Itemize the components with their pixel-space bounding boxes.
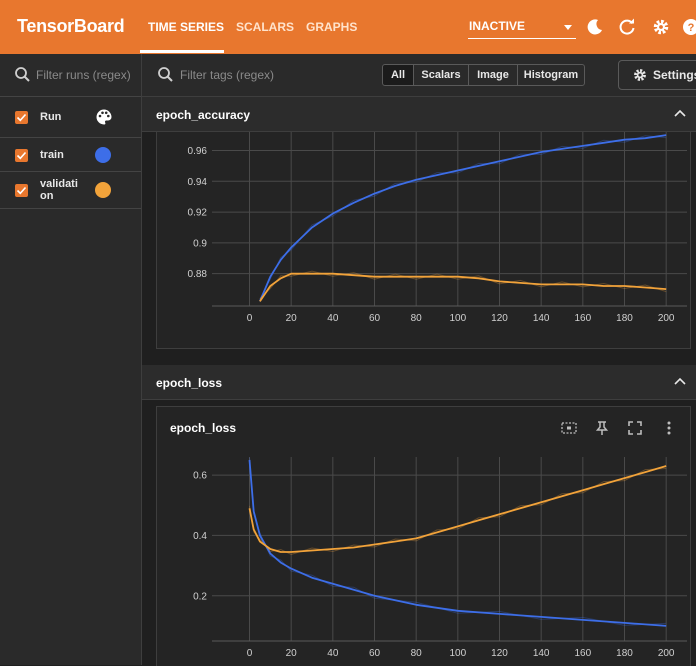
refresh-icon[interactable] (616, 16, 638, 38)
tab-scalars[interactable]: SCALARS (236, 20, 294, 34)
plot-area-epoch-loss[interactable]: 0 20 40 60 80 100 120 140 160 180 200 0.2 0.4 0.6 (157, 407, 690, 666)
select-all-runs-checkbox[interactable] (15, 111, 28, 124)
x-tick-label: 140 (533, 648, 550, 659)
tag-filter-bar: Filter tags (regex) All Scalars Image Hi… (142, 54, 696, 97)
top-app-bar: TensorBoard TIME SERIES SCALARS GRAPHS I… (0, 0, 696, 54)
chart-card-epoch-loss: epoch_loss 0 20 40 60 80 100 120 140 160 180 200 0.… (156, 406, 691, 666)
x-tick-label: 80 (411, 648, 423, 659)
search-icon (15, 67, 30, 82)
reload-status-value: INACTIVE (469, 19, 526, 33)
run-row-validation[interactable]: validati on (0, 172, 141, 209)
chart-epoch-loss: 0 20 40 60 80 100 120 140 160 180 200 0.2 0.4 0.6 (193, 457, 687, 659)
app-brand: TensorBoard (17, 16, 125, 36)
x-tick-label: 180 (616, 648, 633, 659)
y-tick-label: 0.92 (188, 208, 208, 219)
gear-icon (634, 69, 646, 81)
group-title: epoch_loss (156, 376, 223, 390)
x-tick-label: 100 (449, 648, 466, 659)
x-tick-label: 160 (574, 648, 591, 659)
x-tick-label: 0 (247, 313, 253, 324)
dark-mode-icon[interactable] (584, 16, 606, 38)
run-color-swatch-train[interactable] (95, 147, 111, 163)
gear-icon[interactable] (650, 16, 672, 38)
palette-icon[interactable] (95, 108, 113, 126)
type-filter-image[interactable]: Image (468, 64, 518, 86)
x-tick-label: 20 (286, 313, 298, 324)
y-tick-label: 0.9 (193, 238, 207, 249)
type-filter-scalars[interactable]: Scalars (413, 64, 469, 86)
type-filter-histogram[interactable]: Histogram (517, 64, 585, 86)
svg-text:?: ? (688, 22, 695, 34)
filter-runs-field[interactable]: Filter runs (regex) (0, 54, 141, 97)
runs-header-label: Run (40, 111, 62, 123)
chevron-up-icon[interactable] (674, 109, 686, 117)
x-tick-label: 200 (658, 313, 675, 324)
filter-runs-placeholder: Filter runs (regex) (36, 68, 131, 82)
series-raw-line-validation (259, 270, 667, 300)
x-tick-label: 140 (533, 313, 550, 324)
filter-tags-input[interactable]: Filter tags (regex) (180, 68, 274, 82)
x-tick-label: 40 (327, 313, 339, 324)
plot-area-epoch-accuracy[interactable]: 0 20 40 60 80 100 120 140 160 180 200 0.88 0.9 0.92 0.… (157, 132, 690, 348)
run-checkbox-train[interactable] (15, 149, 28, 162)
tab-time-series[interactable]: TIME SERIES (148, 20, 224, 34)
x-tick-label: 180 (616, 313, 633, 324)
series-line-validation (259, 272, 667, 302)
x-tick-label: 0 (247, 648, 253, 659)
tab-graphs[interactable]: GRAPHS (306, 20, 357, 34)
y-tick-label: 0.4 (193, 531, 207, 542)
chevron-up-icon[interactable] (674, 377, 686, 385)
y-tick-label: 0.96 (188, 146, 208, 157)
x-tick-label: 60 (369, 313, 381, 324)
settings-button[interactable]: Settings (618, 60, 696, 90)
x-tick-label: 200 (658, 648, 675, 659)
reload-status-select[interactable]: INACTIVE (468, 14, 576, 39)
run-name-train: train (40, 149, 64, 161)
type-filter-all[interactable]: All (382, 64, 414, 86)
run-name-validation: validati on (40, 178, 78, 202)
run-color-swatch-validation[interactable] (95, 182, 111, 198)
group-title: epoch_accuracy (156, 108, 251, 122)
settings-label: Settings (653, 68, 696, 82)
runs-header-row: Run (0, 97, 141, 138)
y-tick-label: 0.88 (188, 269, 208, 280)
runs-sidebar: Filter runs (regex) Run train validati o… (0, 54, 142, 665)
y-tick-label: 0.6 (193, 471, 207, 482)
run-checkbox-validation[interactable] (15, 184, 28, 197)
x-tick-label: 160 (574, 313, 591, 324)
chart-card-epoch-accuracy: 0 20 40 60 80 100 120 140 160 180 200 0.88 0.9 0.92 0.… (156, 132, 691, 349)
chevron-down-icon (564, 25, 572, 30)
y-tick-label: 0.2 (193, 591, 207, 602)
run-row-train[interactable]: train (0, 138, 141, 172)
x-tick-label: 40 (327, 648, 339, 659)
active-tab-indicator (140, 50, 224, 53)
group-header-epoch-loss[interactable]: epoch_loss (142, 365, 696, 400)
x-tick-label: 20 (286, 648, 298, 659)
x-tick-label: 60 (369, 648, 381, 659)
x-tick-label: 120 (491, 313, 508, 324)
help-icon[interactable]: ? (680, 16, 696, 38)
time-series-main: Filter tags (regex) All Scalars Image Hi… (142, 54, 696, 666)
y-tick-label: 0.94 (188, 177, 208, 188)
search-icon (158, 67, 173, 82)
x-tick-label: 100 (449, 313, 466, 324)
x-tick-label: 120 (491, 648, 508, 659)
x-tick-label: 80 (411, 313, 423, 324)
chart-epoch-accuracy: 0 20 40 60 80 100 120 140 160 180 200 0.88 0.9 0.92 0.… (188, 132, 687, 324)
group-header-epoch-accuracy[interactable]: epoch_accuracy (142, 97, 696, 132)
